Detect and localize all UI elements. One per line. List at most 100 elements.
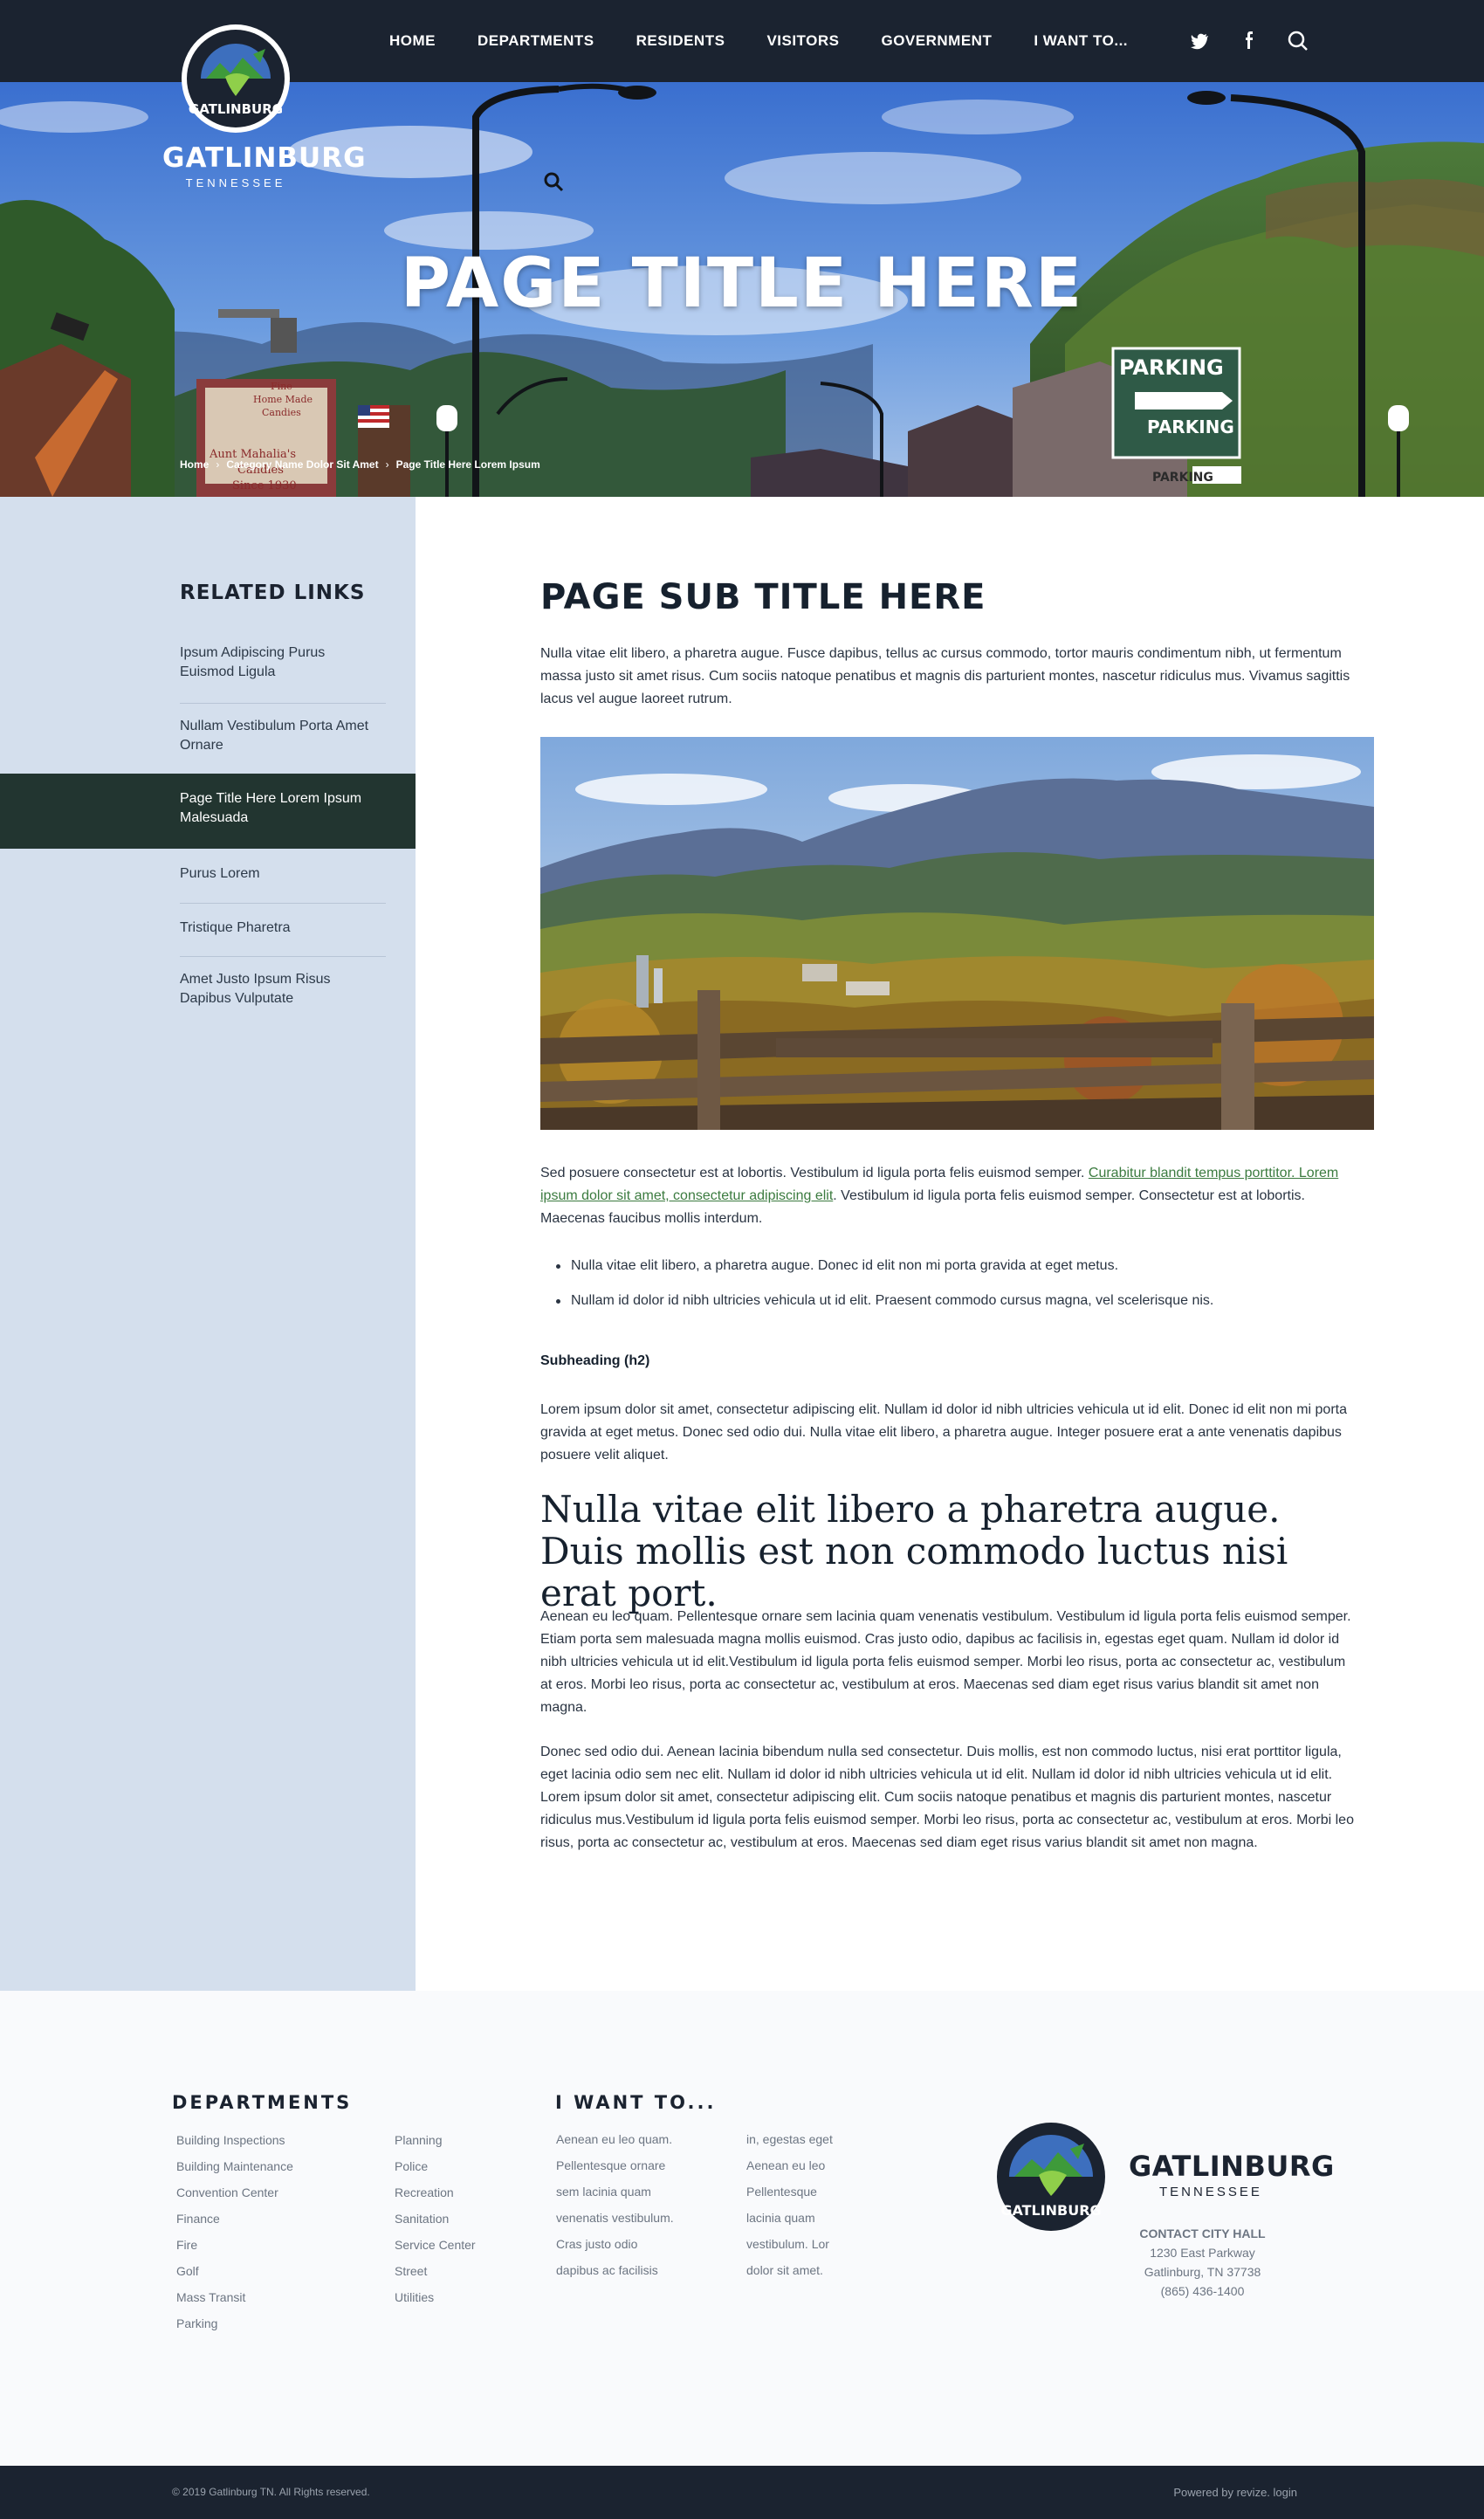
powered-by-link[interactable]: Powered by revize. login <box>1173 2486 1297 2499</box>
bullet-item: Nullam id dolor id nibh ultricies vehicu… <box>556 1290 1342 1312</box>
department-link[interactable]: Utilities <box>395 2284 476 2310</box>
footer-emblem-text: GATLINBURG <box>1000 2202 1101 2219</box>
i-want-to-link[interactable]: Pellentesque ornare <box>556 2152 674 2178</box>
nav-departments[interactable]: DEPARTMENTS <box>477 32 594 50</box>
shop-sign-1: Fine <box>271 381 292 392</box>
parking-sign-2: PARKING <box>1147 416 1234 437</box>
related-link[interactable]: Amet Justo Ipsum Risus Dapibus Vulputate <box>0 957 416 1027</box>
contact-address: 1230 East Parkway <box>1150 2246 1255 2260</box>
department-link[interactable]: Parking <box>176 2310 293 2337</box>
footer-emblem-icon: GATLINBURG <box>997 2123 1105 2231</box>
intro-paragraph: Nulla vitae elit libero, a pharetra augu… <box>540 646 1350 706</box>
department-link[interactable]: Fire <box>176 2232 293 2258</box>
page-title: PAGE TITLE HERE <box>400 244 1084 323</box>
department-link[interactable]: Service Center <box>395 2232 476 2258</box>
related-link[interactable]: Tristique Pharetra <box>0 904 416 957</box>
pull-quote: Nulla vitae elit libero a pharetra augue… <box>540 1488 1288 1614</box>
i-want-to-link[interactable]: in, egestas eget <box>746 2126 833 2152</box>
breadcrumb-separator: › <box>385 458 389 471</box>
related-link-label: Nullam Vestibulum Porta Amet Ornare <box>180 719 369 753</box>
footer-logo-subtitle: TENNESSEE <box>1159 2185 1262 2199</box>
i-want-to-link[interactable]: Pellentesque <box>746 2178 833 2205</box>
related-link-label: Page Title Here Lorem Ipsum Malesuada <box>180 791 362 825</box>
breadcrumb-home[interactable]: Home <box>180 458 209 471</box>
related-links-sidebar: RELATED LINKS Ipsum Adipiscing Purus Eui… <box>0 497 416 1991</box>
nav-residents[interactable]: RESIDENTS <box>636 32 725 50</box>
i-want-to-link[interactable]: Aenean eu leo <box>746 2152 833 2178</box>
related-link[interactable]: Nullam Vestibulum Porta Amet Ornare <box>0 704 416 776</box>
nav-i-want-to[interactable]: I WANT TO... <box>1034 32 1128 50</box>
related-link-active[interactable]: Page Title Here Lorem Ipsum Malesuada <box>0 774 416 849</box>
body-paragraph-3: Lorem ipsum dolor sit amet, consectetur … <box>540 1402 1347 1463</box>
hero-search-icon[interactable] <box>541 169 566 194</box>
footer-logo-wordmark: GATLINBURG <box>1129 2150 1335 2183</box>
copyright: © 2019 Gatlinburg TN. All Rights reserve… <box>172 2486 370 2498</box>
i-want-to-link[interactable]: lacinia quam <box>746 2205 833 2231</box>
contact-block: CONTACT CITY HALL 1230 East Parkway Gatl… <box>1117 2224 1288 2301</box>
body-paragraph-2: Sed posuere consectetur est at lobortis.… <box>540 1162 1357 1230</box>
breadcrumb-category[interactable]: Category Name Dolor Sit Amet <box>226 458 378 471</box>
facebook-icon[interactable] <box>1234 26 1264 56</box>
search-icon[interactable] <box>1283 26 1313 56</box>
related-link-label: Amet Justo Ipsum Risus Dapibus Vulputate <box>180 972 331 1006</box>
department-link[interactable]: Police <box>395 2153 476 2179</box>
department-link[interactable]: Recreation <box>395 2179 476 2206</box>
related-link[interactable]: Ipsum Adipiscing Purus Euismod Ligula <box>0 631 416 704</box>
logo-wordmark: GATLINBURG <box>162 142 367 174</box>
department-link[interactable]: Sanitation <box>395 2206 476 2232</box>
nav-home[interactable]: HOME <box>389 32 436 50</box>
page-subtitle: PAGE SUB TITLE HERE <box>540 577 986 617</box>
department-link[interactable]: Building Inspections <box>176 2127 293 2153</box>
parking-sign-1: PARKING <box>1119 355 1224 380</box>
department-link[interactable]: Planning <box>395 2127 476 2153</box>
twitter-icon[interactable] <box>1185 26 1215 56</box>
i-want-to-list-1: Aenean eu leo quam. Pellentesque ornare … <box>556 2126 674 2283</box>
related-link[interactable]: Purus Lorem <box>0 849 416 904</box>
main-nav: HOME DEPARTMENTS RESIDENTS VISITORS GOVE… <box>389 0 1170 82</box>
body-paragraph-5: Donec sed odio dui. Aenean lacinia biben… <box>540 1745 1354 1850</box>
footer-i-want-to-heading: I WANT TO... <box>555 2092 717 2113</box>
site-footer: DEPARTMENTS Building Inspections Buildin… <box>0 1991 1484 2466</box>
nav-visitors[interactable]: VISITORS <box>766 32 839 50</box>
departments-list-1: Building Inspections Building Maintenanc… <box>176 2127 293 2337</box>
i-want-to-list-2: in, egestas eget Aenean eu leo Pellentes… <box>746 2126 833 2283</box>
breadcrumb-current: Page Title Here Lorem Ipsum <box>395 458 540 471</box>
breadcrumb: Home › Category Name Dolor Sit Amet › Pa… <box>180 458 540 471</box>
bullet-item: Nulla vitae elit libero, a pharetra augu… <box>556 1255 1342 1277</box>
i-want-to-link[interactable]: sem lacinia quam <box>556 2178 674 2205</box>
department-link[interactable]: Finance <box>176 2206 293 2232</box>
i-want-to-link[interactable]: Cras justo odio <box>556 2231 674 2257</box>
parking-sign-3: PARKING <box>1152 471 1213 485</box>
contact-heading: CONTACT CITY HALL <box>1139 2226 1266 2240</box>
logo-subtitle: TENNESSEE <box>185 176 286 189</box>
mountain-photo <box>540 737 1374 1130</box>
shop-sign-6: Since 1930 <box>232 479 297 492</box>
nav-government[interactable]: GOVERNMENT <box>881 32 992 50</box>
body-paragraph-4: Aenean eu leo quam. Pellentesque ornare … <box>540 1609 1351 1715</box>
gatlinburg-emblem-icon: GATLINBURG <box>182 24 290 133</box>
department-link[interactable]: Golf <box>176 2258 293 2284</box>
related-link-label: Tristique Pharetra <box>180 920 291 935</box>
department-link[interactable]: Street <box>395 2258 476 2284</box>
department-link[interactable]: Mass Transit <box>176 2284 293 2310</box>
bullet-list: Nulla vitae elit libero, a pharetra augu… <box>556 1255 1342 1325</box>
i-want-to-link[interactable]: Aenean eu leo quam. <box>556 2126 674 2152</box>
related-links-heading: RELATED LINKS <box>180 582 366 604</box>
department-link[interactable]: Building Maintenance <box>176 2153 293 2179</box>
shop-sign-3: Candies <box>262 407 301 418</box>
emblem-text: GATLINBURG <box>189 101 283 117</box>
contact-city: Gatlinburg, TN 37738 <box>1144 2265 1261 2279</box>
i-want-to-link[interactable]: venenatis vestibulum. <box>556 2205 674 2231</box>
i-want-to-link[interactable]: dolor sit amet. <box>746 2257 833 2283</box>
social-links <box>1185 26 1313 56</box>
related-link-label: Purus Lorem <box>180 866 260 881</box>
departments-list-2: Planning Police Recreation Sanitation Se… <box>395 2127 476 2310</box>
site-logo[interactable]: GATLINBURG GATLINBURG TENNESSEE <box>162 23 367 189</box>
bottom-bar: © 2019 Gatlinburg TN. All Rights reserve… <box>0 2466 1484 2519</box>
department-link[interactable]: Convention Center <box>176 2179 293 2206</box>
contact-phone[interactable]: (865) 436-1400 <box>1117 2282 1288 2301</box>
i-want-to-link[interactable]: dapibus ac facilisis <box>556 2257 674 2283</box>
breadcrumb-separator: › <box>216 458 220 471</box>
i-want-to-link[interactable]: vestibulum. Lor <box>746 2231 833 2257</box>
related-link-label: Ipsum Adipiscing Purus Euismod Ligula <box>180 645 326 679</box>
